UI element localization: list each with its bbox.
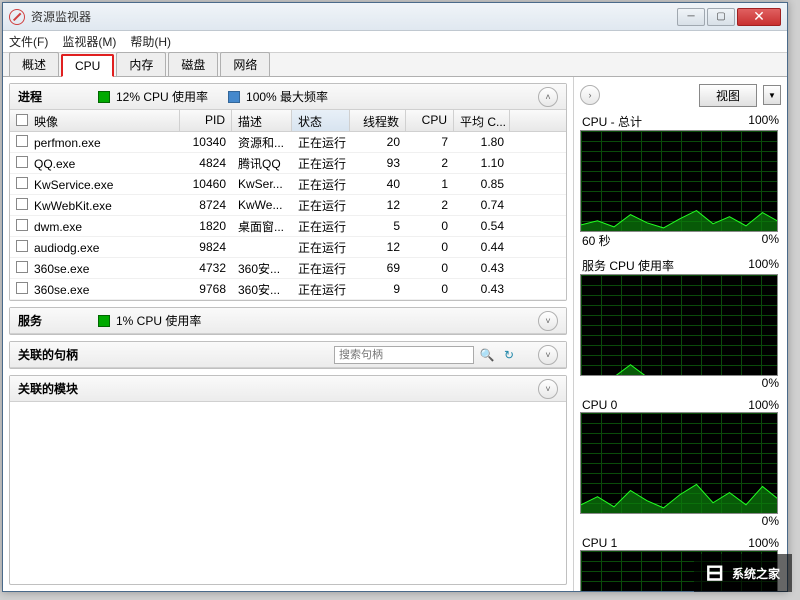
tab-bar: 概述 CPU 内存 磁盘 网络	[3, 53, 787, 77]
table-row[interactable]: KwService.exe10460KwSer...正在运行4010.85	[10, 174, 566, 195]
table-row[interactable]: KwWebKit.exe8724KwWe...正在运行1220.74	[10, 195, 566, 216]
cpu-graph: 服务 CPU 使用率 100% 0%	[580, 257, 781, 390]
window-title: 资源监视器	[31, 8, 677, 25]
graph-min: 0%	[762, 232, 779, 249]
watermark-logo-icon: ⊟	[706, 560, 724, 586]
row-checkbox[interactable]	[16, 240, 28, 252]
menubar: 文件(F) 监视器(M) 帮助(H)	[3, 31, 787, 53]
table-row[interactable]: audiodg.exe9824正在运行1200.44	[10, 237, 566, 258]
tab-memory[interactable]: 内存	[116, 52, 166, 76]
handles-title: 关联的句柄	[18, 346, 78, 363]
menu-help[interactable]: 帮助(H)	[130, 33, 171, 50]
search-input[interactable]	[334, 346, 474, 364]
maximize-button[interactable]: ▢	[707, 8, 735, 26]
checkbox-all[interactable]	[16, 114, 28, 126]
app-icon	[9, 9, 25, 25]
menu-file[interactable]: 文件(F)	[9, 33, 48, 50]
tab-disk[interactable]: 磁盘	[168, 52, 218, 76]
modules-header[interactable]: 关联的模块 ˅	[10, 376, 566, 402]
tab-network[interactable]: 网络	[220, 52, 270, 76]
col-avg[interactable]: 平均 C...	[454, 110, 510, 131]
titlebar[interactable]: 资源监视器 ─ ▢ ✕	[3, 3, 787, 31]
modules-section: 关联的模块 ˅	[9, 375, 567, 585]
close-button[interactable]: ✕	[737, 8, 781, 26]
cpu-graph: CPU - 总计 100% 60 秒 0%	[580, 113, 781, 249]
services-cpu-stat: 1% CPU 使用率	[98, 312, 201, 329]
process-table-header: 映像 PID 描述 状态 线程数 CPU 平均 C...	[10, 110, 566, 132]
graph-title: CPU 0	[582, 398, 617, 412]
graph-max: 100%	[748, 257, 779, 274]
graphs-container: CPU - 总计 100% 60 秒 0% 服务 CPU 使用率 100% 0% CPU 0 1…	[580, 113, 781, 591]
expand-icon[interactable]: ˅	[538, 311, 558, 331]
view-button[interactable]: 视图	[699, 84, 757, 107]
collapse-right-icon[interactable]: ›	[580, 85, 600, 105]
handles-search: 🔍 ↻	[318, 346, 518, 364]
cpu-usage-stat: 12% CPU 使用率	[98, 88, 208, 105]
table-row[interactable]: 360se.exe4732360安...正在运行6900.43	[10, 258, 566, 279]
graph-canvas	[580, 130, 778, 232]
resource-monitor-window: 资源监视器 ─ ▢ ✕ 文件(F) 监视器(M) 帮助(H) 概述 CPU 内存…	[2, 2, 788, 592]
view-dropdown-icon[interactable]: ▼	[763, 85, 781, 105]
row-checkbox[interactable]	[16, 261, 28, 273]
graph-max: 100%	[748, 536, 779, 550]
row-checkbox[interactable]	[16, 135, 28, 147]
graph-min: 0%	[762, 514, 779, 528]
graph-min: 0%	[762, 376, 779, 390]
handles-section: 关联的句柄 🔍 ↻ ˅	[9, 341, 567, 369]
watermark-text: 系统之家	[732, 565, 780, 582]
max-freq-stat: 100% 最大频率	[228, 88, 328, 105]
col-threads[interactable]: 线程数	[350, 110, 406, 131]
graph-canvas	[580, 274, 778, 376]
watermark: ⊟ 系统之家	[694, 554, 792, 592]
graph-title: CPU 1	[582, 536, 617, 550]
cpu-graph: CPU 0 100% 0%	[580, 398, 781, 528]
col-status[interactable]: 状态	[292, 110, 350, 131]
window-buttons: ─ ▢ ✕	[677, 8, 781, 26]
refresh-icon[interactable]: ↻	[500, 346, 518, 364]
content-area: 进程 12% CPU 使用率 100% 最大频率 ˄ 映像 PID 描述 状态 …	[3, 77, 787, 591]
minimize-button[interactable]: ─	[677, 8, 705, 26]
col-cpu[interactable]: CPU	[406, 110, 454, 131]
left-pane: 进程 12% CPU 使用率 100% 最大频率 ˄ 映像 PID 描述 状态 …	[3, 77, 573, 591]
search-icon[interactable]: 🔍	[478, 346, 496, 364]
green-box-icon	[98, 315, 110, 327]
row-checkbox[interactable]	[16, 198, 28, 210]
col-pid[interactable]: PID	[180, 110, 232, 131]
tab-overview[interactable]: 概述	[9, 52, 59, 76]
row-checkbox[interactable]	[16, 219, 28, 231]
expand-icon[interactable]: ˅	[538, 345, 558, 365]
modules-title: 关联的模块	[18, 380, 78, 397]
handles-header[interactable]: 关联的句柄 🔍 ↻ ˅	[10, 342, 566, 368]
table-row[interactable]: dwm.exe1820桌面窗...正在运行500.54	[10, 216, 566, 237]
tab-cpu[interactable]: CPU	[61, 54, 114, 77]
processes-section: 进程 12% CPU 使用率 100% 最大频率 ˄ 映像 PID 描述 状态 …	[9, 83, 567, 301]
row-checkbox[interactable]	[16, 282, 28, 294]
row-checkbox[interactable]	[16, 156, 28, 168]
blue-box-icon	[228, 91, 240, 103]
process-table-body: perfmon.exe10340资源和...正在运行2071.80QQ.exe4…	[10, 132, 566, 300]
graph-max: 100%	[748, 113, 779, 130]
expand-icon[interactable]: ˅	[538, 379, 558, 399]
collapse-icon[interactable]: ˄	[538, 87, 558, 107]
services-section: 服务 1% CPU 使用率 ˅	[9, 307, 567, 335]
table-row[interactable]: 360se.exe9768360安...正在运行900.43	[10, 279, 566, 300]
col-image[interactable]: 映像	[10, 110, 180, 131]
processes-title: 进程	[18, 88, 78, 105]
row-checkbox[interactable]	[16, 177, 28, 189]
graph-max: 100%	[748, 398, 779, 412]
menu-monitor[interactable]: 监视器(M)	[62, 33, 116, 50]
graph-title: CPU - 总计	[582, 113, 642, 130]
graph-xaxis: 60 秒	[582, 232, 611, 249]
table-row[interactable]: perfmon.exe10340资源和...正在运行2071.80	[10, 132, 566, 153]
services-header[interactable]: 服务 1% CPU 使用率 ˅	[10, 308, 566, 334]
green-box-icon	[98, 91, 110, 103]
right-header: › 视图 ▼	[580, 83, 781, 107]
services-title: 服务	[18, 312, 78, 329]
table-row[interactable]: QQ.exe4824腾讯QQ正在运行9321.10	[10, 153, 566, 174]
graph-canvas	[580, 412, 778, 514]
processes-header[interactable]: 进程 12% CPU 使用率 100% 最大频率 ˄	[10, 84, 566, 110]
right-pane: › 视图 ▼ CPU - 总计 100% 60 秒 0% 服务 CPU 使用率 100% 0…	[573, 77, 787, 591]
col-desc[interactable]: 描述	[232, 110, 292, 131]
graph-title: 服务 CPU 使用率	[582, 257, 674, 274]
